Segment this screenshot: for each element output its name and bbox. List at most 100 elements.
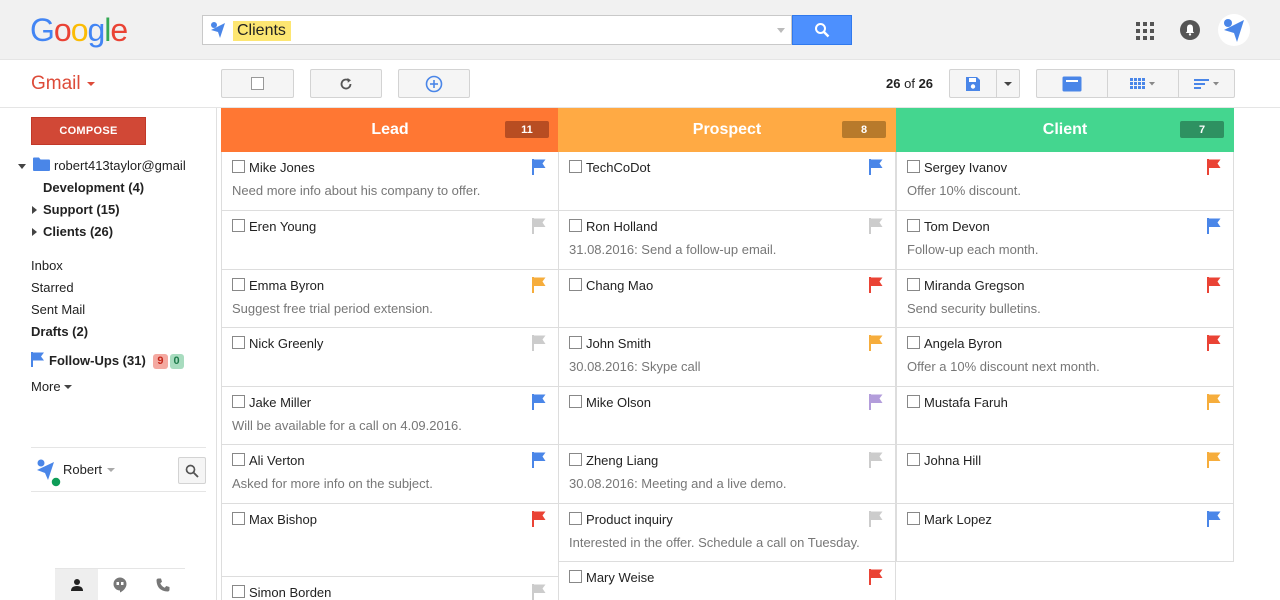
sidebar-item-clients[interactable]: Clients (26) — [43, 224, 113, 239]
card-checkbox[interactable] — [232, 160, 245, 173]
deal-card[interactable]: Mike Olson — [558, 387, 896, 445]
card-checkbox[interactable] — [569, 219, 582, 232]
sidebar-item-starred[interactable]: Starred — [31, 280, 74, 295]
card-view-button[interactable] — [1036, 69, 1108, 98]
deal-card[interactable]: Chang Mao — [558, 270, 896, 328]
user-menu[interactable]: Robert — [63, 462, 116, 477]
more-button[interactable]: More — [31, 379, 72, 394]
flag-icon[interactable] — [532, 335, 546, 351]
column-header[interactable]: Client 7 — [896, 108, 1234, 152]
add-button[interactable] — [398, 69, 470, 98]
flag-icon[interactable] — [869, 159, 883, 175]
flag-icon[interactable] — [869, 394, 883, 410]
deal-card[interactable]: Nick Greenly — [221, 328, 559, 387]
column-header[interactable]: Lead 11 — [221, 108, 559, 152]
flag-icon[interactable] — [869, 511, 883, 527]
card-checkbox[interactable] — [232, 453, 245, 466]
compose-button[interactable]: COMPOSE — [31, 117, 146, 145]
flag-icon[interactable] — [1207, 511, 1221, 527]
flag-icon[interactable] — [532, 218, 546, 234]
sidebar-item-sent[interactable]: Sent Mail — [31, 302, 85, 317]
deal-card[interactable]: TechCoDot — [558, 152, 896, 211]
card-checkbox[interactable] — [232, 219, 245, 232]
flag-icon[interactable] — [869, 452, 883, 468]
deal-card[interactable]: Tom Devon Follow-up each month. — [896, 211, 1234, 270]
deal-card[interactable]: Zheng Liang 30.08.2016: Meeting and a liv… — [558, 445, 896, 504]
card-checkbox[interactable] — [569, 570, 582, 583]
flag-icon[interactable] — [532, 277, 546, 293]
select-all-button[interactable] — [221, 69, 294, 98]
card-checkbox[interactable] — [569, 278, 582, 291]
card-checkbox[interactable] — [232, 585, 245, 598]
flag-icon[interactable] — [1207, 277, 1221, 293]
card-checkbox[interactable] — [232, 512, 245, 525]
google-logo[interactable]: Google — [30, 12, 128, 49]
sidebar-item-inbox[interactable]: Inbox — [31, 258, 63, 273]
flag-icon[interactable] — [532, 584, 546, 600]
grid-view-button[interactable] — [1107, 69, 1179, 98]
deal-card[interactable]: Sergey Ivanov Offer 10% discount. — [896, 152, 1234, 211]
flag-icon[interactable] — [1207, 394, 1221, 410]
sidebar-item-development[interactable]: Development (4) — [43, 180, 144, 195]
refresh-button[interactable] — [310, 69, 382, 98]
tab-hangouts[interactable] — [98, 569, 141, 600]
flag-icon[interactable] — [1207, 159, 1221, 175]
flag-icon[interactable] — [532, 452, 546, 468]
card-checkbox[interactable] — [232, 336, 245, 349]
collapse-account-icon[interactable] — [18, 164, 26, 169]
deal-card[interactable]: Product inquiry Interested in the offer. … — [558, 504, 896, 562]
search-input[interactable] — [233, 21, 291, 41]
avatar[interactable] — [1218, 14, 1250, 46]
flag-icon[interactable] — [532, 159, 546, 175]
flag-icon[interactable] — [869, 569, 883, 585]
flag-icon[interactable] — [1207, 218, 1221, 234]
column-header[interactable]: Prospect 8 — [558, 108, 896, 152]
deal-card[interactable]: Emma Byron Suggest free trial period exte… — [221, 270, 559, 328]
sidebar-item-support[interactable]: Support (15) — [43, 202, 120, 217]
deal-card[interactable]: Mary Weise — [558, 562, 896, 600]
save-options-button[interactable] — [996, 69, 1020, 98]
expand-clients-icon[interactable] — [32, 228, 37, 236]
card-checkbox[interactable] — [232, 278, 245, 291]
flag-icon[interactable] — [869, 277, 883, 293]
tab-phone[interactable] — [142, 569, 185, 600]
deal-card[interactable]: Johna Hill — [896, 445, 1234, 504]
card-checkbox[interactable] — [907, 278, 920, 291]
flag-icon[interactable] — [869, 335, 883, 351]
deal-card[interactable]: Ali Verton Asked for more info on the sub… — [221, 445, 559, 504]
expand-support-icon[interactable] — [32, 206, 37, 214]
flag-icon[interactable] — [1207, 452, 1221, 468]
flag-icon[interactable] — [532, 394, 546, 410]
card-checkbox[interactable] — [569, 160, 582, 173]
gmail-menu[interactable]: Gmail — [31, 73, 95, 95]
deal-card[interactable]: Mustafa Faruh — [896, 387, 1234, 445]
sidebar-account[interactable]: robert413taylor@gmail — [54, 158, 186, 173]
card-checkbox[interactable] — [907, 336, 920, 349]
card-checkbox[interactable] — [569, 336, 582, 349]
deal-card[interactable]: Mark Lopez — [896, 504, 1234, 562]
flag-icon[interactable] — [532, 511, 546, 527]
sidebar-item-drafts[interactable]: Drafts (2) — [31, 324, 88, 339]
sidebar-item-followups[interactable]: Follow-Ups (31) 90 — [31, 352, 184, 369]
bell-icon[interactable] — [1180, 20, 1200, 40]
card-checkbox[interactable] — [569, 453, 582, 466]
deal-card[interactable]: Angela Byron Offer a 10% discount next mo… — [896, 328, 1234, 387]
card-checkbox[interactable] — [907, 160, 920, 173]
card-checkbox[interactable] — [907, 219, 920, 232]
deal-card[interactable]: Miranda Gregson Send security bulletins. — [896, 270, 1234, 328]
deal-card[interactable]: Mike Jones Need more info about his compa… — [221, 152, 559, 211]
people-search-button[interactable] — [178, 457, 206, 484]
card-checkbox[interactable] — [907, 512, 920, 525]
apps-icon[interactable] — [1136, 22, 1154, 40]
deal-card[interactable]: Simon Borden — [221, 577, 559, 600]
tab-contacts[interactable] — [55, 569, 99, 600]
search-button[interactable] — [792, 15, 852, 45]
card-checkbox[interactable] — [232, 395, 245, 408]
deal-card[interactable]: John Smith 30.08.2016: Skype call — [558, 328, 896, 387]
save-button[interactable] — [949, 69, 997, 98]
search-options-icon[interactable] — [777, 28, 785, 33]
card-checkbox[interactable] — [907, 453, 920, 466]
flag-icon[interactable] — [869, 218, 883, 234]
card-checkbox[interactable] — [569, 512, 582, 525]
sort-button[interactable] — [1178, 69, 1235, 98]
